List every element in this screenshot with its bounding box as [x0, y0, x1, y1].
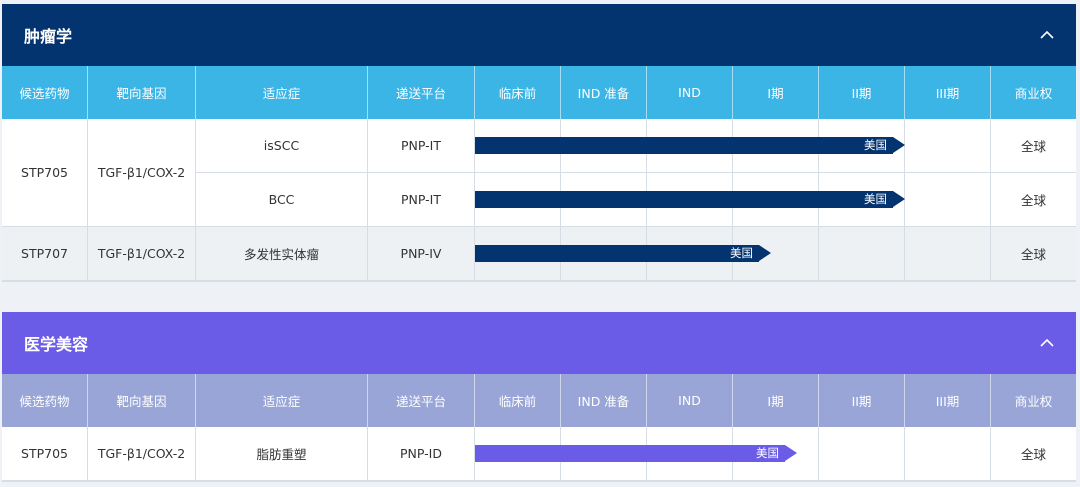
cell-target-merged: TGF-β1/COX-2	[88, 119, 196, 227]
section-oncology: 肿瘤学 候选药物 靶向基因 适应症 递送平台 临床前 IND 准备 IND I期…	[2, 4, 1076, 282]
cell-indication: 脂肪重塑	[196, 427, 368, 481]
col-header-ind-prep: IND 准备	[561, 66, 647, 119]
col-header-preclinical: 临床前	[475, 374, 561, 427]
col-header-phase2: II期	[819, 374, 905, 427]
col-header-platform: 递送平台	[368, 374, 475, 427]
cell-rights: 全球	[991, 427, 1076, 481]
cell-drug: STP707	[2, 227, 88, 281]
chevron-up-icon[interactable]	[1040, 336, 1054, 350]
col-header-phase1: I期	[733, 66, 819, 119]
col-header-target: 靶向基因	[88, 66, 196, 119]
col-header-drug: 候选药物	[2, 374, 88, 427]
col-header-target: 靶向基因	[88, 374, 196, 427]
section-title: 肿瘤学	[24, 27, 73, 46]
chevron-up-icon[interactable]	[1040, 28, 1054, 42]
col-header-indication: 适应症	[196, 66, 368, 119]
col-header-ind-prep: IND 准备	[561, 374, 647, 427]
cell-platform: PNP-ID	[368, 427, 475, 481]
col-header-ind: IND	[647, 66, 733, 119]
col-header-indication: 适应症	[196, 374, 368, 427]
cell-platform: PNP-IT	[368, 119, 475, 173]
cell-drug-merged: STP705	[2, 119, 88, 227]
cell-rights: 全球	[991, 227, 1076, 281]
table-body: STP705 TGF-β1/COX-2 脂肪重塑 PNP-ID 全球 美国	[2, 427, 1076, 482]
col-header-ind: IND	[647, 374, 733, 427]
col-header-phase3: III期	[905, 374, 991, 427]
section-aesthetics: 医学美容 候选药物 靶向基因 适应症 递送平台 临床前 IND 准备 IND I…	[2, 312, 1076, 482]
column-header-row: 候选药物 靶向基因 适应症 递送平台 临床前 IND 准备 IND I期 II期…	[2, 66, 1076, 119]
table-body: isSCC PNP-IT 全球 BCC PNP-IT 全球 STP707 TGF…	[2, 119, 1076, 282]
cell-rights: 全球	[991, 173, 1076, 227]
progress-bar: 美国	[475, 191, 905, 208]
cell-platform: PNP-IT	[368, 173, 475, 227]
progress-bar-label: 美国	[730, 246, 753, 260]
col-header-phase2: II期	[819, 66, 905, 119]
col-header-platform: 递送平台	[368, 66, 475, 119]
progress-bar-label: 美国	[756, 446, 779, 460]
column-header-row: 候选药物 靶向基因 适应症 递送平台 临床前 IND 准备 IND I期 II期…	[2, 374, 1076, 427]
section-header-aesthetics[interactable]: 医学美容	[2, 312, 1076, 374]
progress-bar: 美国	[475, 445, 797, 462]
col-header-rights: 商业权	[1014, 86, 1053, 101]
cell-platform: PNP-IV	[368, 227, 475, 281]
col-header-phase3: III期	[905, 66, 991, 119]
section-title: 医学美容	[24, 335, 89, 354]
cell-indication: isSCC	[196, 119, 368, 173]
cell-rights: 全球	[991, 119, 1076, 173]
col-header-preclinical: 临床前	[475, 66, 561, 119]
cell-indication: BCC	[196, 173, 368, 227]
progress-bar-label: 美国	[864, 138, 887, 152]
progress-bar-label: 美国	[864, 192, 887, 206]
cell-drug: STP705	[2, 427, 88, 481]
section-header-oncology[interactable]: 肿瘤学	[2, 4, 1076, 66]
progress-bar: 美国	[475, 245, 771, 262]
cell-target: TGF-β1/COX-2	[88, 227, 196, 281]
col-header-phase1: I期	[733, 374, 819, 427]
col-header-drug: 候选药物	[2, 66, 88, 119]
progress-bar: 美国	[475, 137, 905, 154]
col-header-rights: 商业权	[1014, 394, 1053, 409]
cell-target: TGF-β1/COX-2	[88, 427, 196, 481]
cell-indication: 多发性实体瘤	[196, 227, 368, 281]
